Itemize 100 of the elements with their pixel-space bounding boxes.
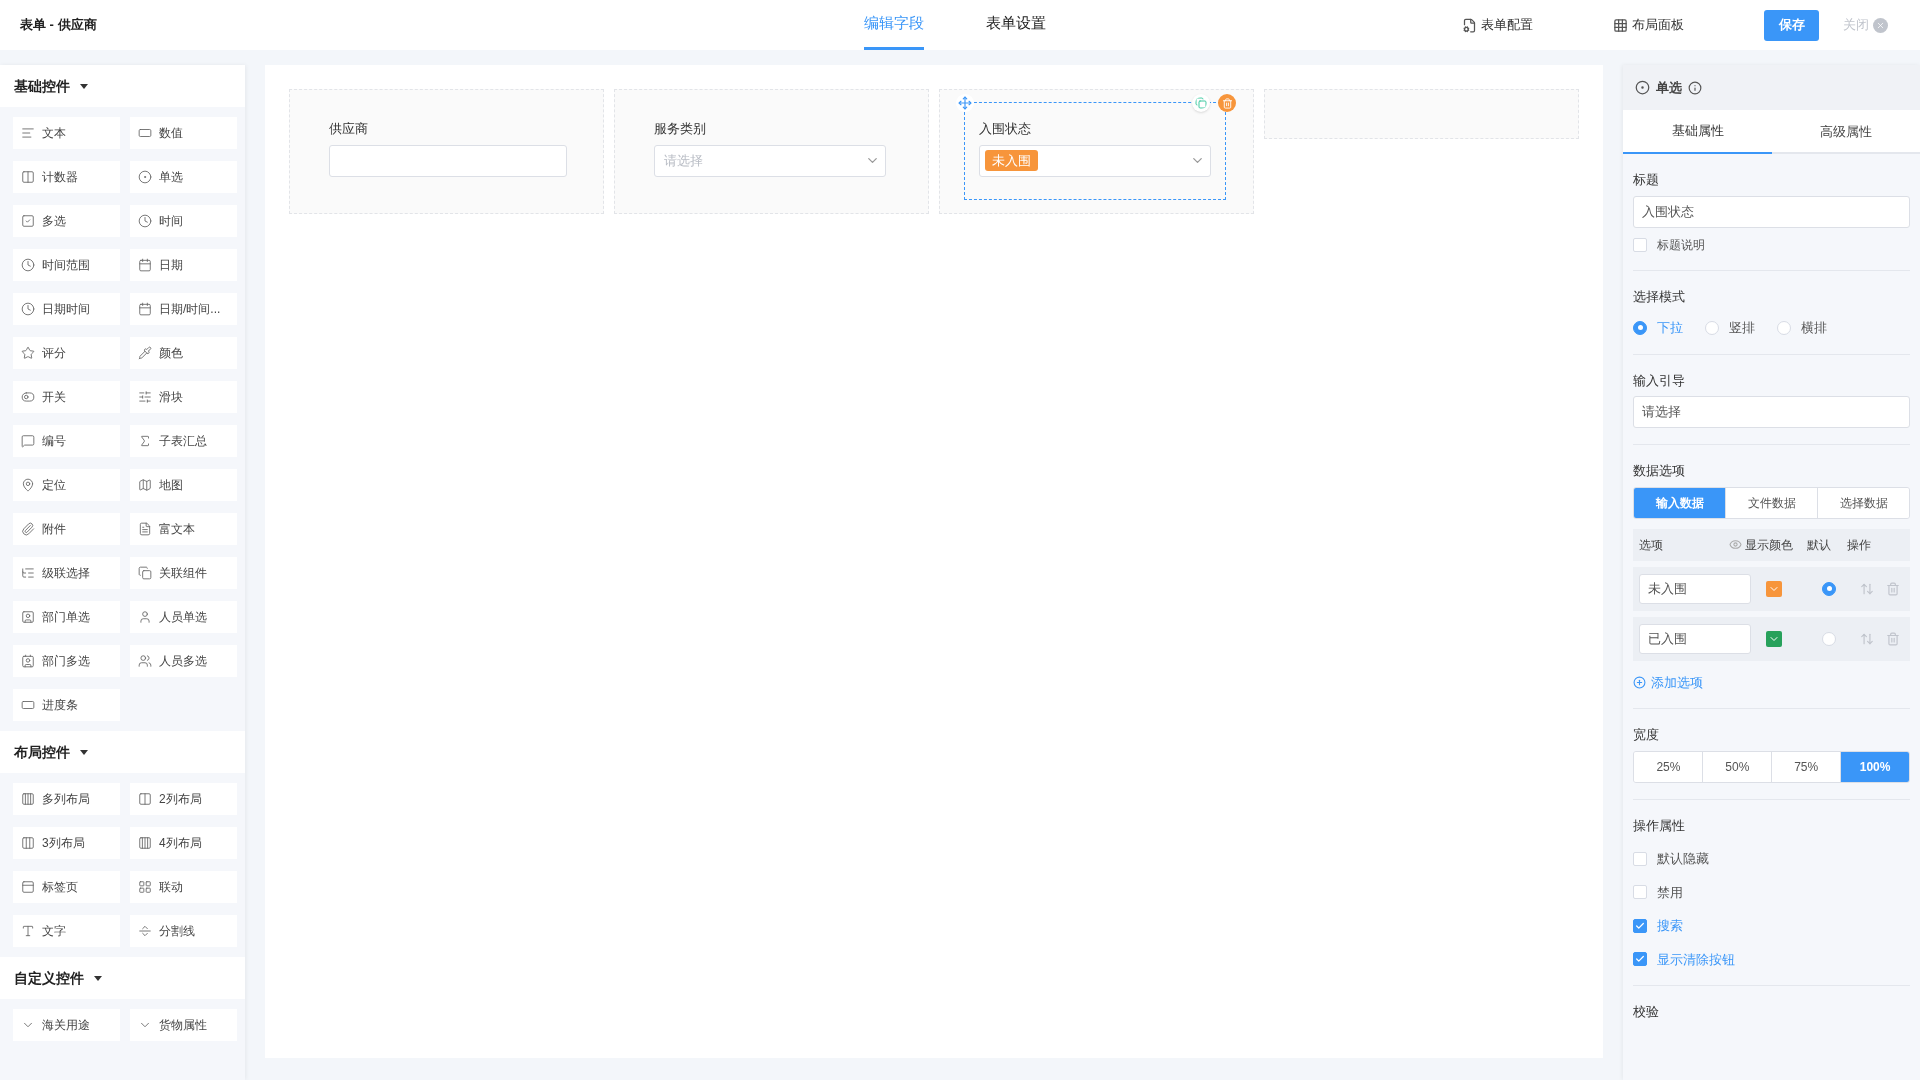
form-config-button[interactable]: 表单配置 bbox=[1462, 15, 1533, 35]
control-item[interactable]: 单选 bbox=[130, 161, 237, 193]
grid-icon bbox=[138, 880, 152, 894]
columns-icon bbox=[21, 792, 35, 806]
option-field[interactable]: 已入围 bbox=[1639, 623, 1752, 654]
control-item[interactable]: 标签页 bbox=[13, 871, 120, 903]
radio-icon bbox=[138, 170, 152, 184]
width-option[interactable]: 75% bbox=[1771, 751, 1841, 782]
control-item[interactable]: 评分 bbox=[13, 337, 120, 369]
delete-icon[interactable] bbox=[1218, 94, 1237, 112]
control-item[interactable]: 时间范围 bbox=[13, 249, 120, 281]
layout-panel-button[interactable]: 布局面板 bbox=[1613, 15, 1684, 35]
control-item[interactable]: 日期 bbox=[130, 249, 237, 281]
clock-icon bbox=[21, 258, 35, 272]
control-item[interactable]: 颜色 bbox=[130, 337, 237, 369]
checkbox-label: 标题说明 bbox=[1657, 236, 1706, 254]
field-cell[interactable]: 入围状态 未入围 bbox=[939, 89, 1255, 214]
tab-page-icon bbox=[21, 880, 35, 894]
control-item[interactable]: 联动 bbox=[130, 871, 237, 903]
section-title: 基础控件 bbox=[14, 76, 70, 96]
selection-frame[interactable]: 入围状态 未入围 bbox=[964, 102, 1227, 200]
control-item[interactable]: 部门单选 bbox=[13, 601, 120, 633]
control-item[interactable]: 附件 bbox=[13, 513, 120, 545]
control-item[interactable]: 日期/时间... bbox=[130, 293, 237, 325]
sort-icon[interactable] bbox=[1860, 631, 1875, 646]
progress-icon bbox=[21, 698, 35, 712]
plus-circle-icon bbox=[1633, 675, 1647, 689]
section-label: 校验 bbox=[1633, 1003, 1661, 1021]
control-item[interactable]: 人员单选 bbox=[130, 601, 237, 633]
control-item[interactable]: 分割线 bbox=[130, 915, 237, 947]
control-item[interactable]: 部门多选 bbox=[13, 645, 120, 677]
selection-frame[interactable]: 服务类别 请选择 bbox=[639, 102, 902, 200]
window-title: 表单 - 供应商 bbox=[20, 16, 97, 35]
radio-button[interactable] bbox=[1633, 320, 1648, 335]
property-tab[interactable]: 高级属性 bbox=[1771, 110, 1920, 154]
data-source-tab[interactable]: 选择数据 bbox=[1817, 487, 1909, 518]
checkbox[interactable] bbox=[1633, 952, 1648, 967]
slider-icon bbox=[138, 390, 152, 404]
control-item[interactable]: 4列布局 bbox=[130, 827, 237, 859]
section-header[interactable]: 自定义控件 bbox=[0, 957, 246, 999]
move-icon[interactable] bbox=[956, 94, 975, 112]
radio-label: 竖排 bbox=[1729, 319, 1756, 337]
divider-icon bbox=[138, 924, 152, 938]
text-icon bbox=[21, 126, 35, 140]
control-item[interactable]: 地图 bbox=[130, 469, 237, 501]
control-item[interactable]: 多选 bbox=[13, 205, 120, 237]
property-tab[interactable]: 基础属性 bbox=[1623, 110, 1772, 154]
control-item[interactable]: 文字 bbox=[13, 915, 120, 947]
field-cell[interactable] bbox=[1264, 89, 1580, 139]
control-item[interactable]: 多列布局 bbox=[13, 783, 120, 815]
copy-icon[interactable] bbox=[1192, 94, 1211, 112]
control-item[interactable]: 级联选择 bbox=[13, 557, 120, 589]
section-label: 选择模式 bbox=[1633, 287, 1687, 306]
control-item[interactable]: 富文本 bbox=[130, 513, 237, 545]
section-title: 自定义控件 bbox=[14, 968, 84, 988]
control-item[interactable]: 开关 bbox=[13, 381, 120, 413]
clock-icon bbox=[21, 302, 35, 316]
toggle-icon bbox=[21, 390, 35, 404]
title-field[interactable]: 入围状态 bbox=[1633, 195, 1910, 228]
checkbox[interactable] bbox=[1633, 918, 1648, 933]
control-item[interactable]: 3列布局 bbox=[13, 827, 120, 859]
color-swatch[interactable] bbox=[1766, 630, 1783, 647]
top-tab[interactable]: 表单设置 bbox=[986, 0, 1046, 50]
section-header[interactable]: 基础控件 bbox=[0, 65, 246, 107]
width-option[interactable]: 25% bbox=[1634, 751, 1703, 782]
sort-icon[interactable] bbox=[1860, 581, 1875, 596]
control-item[interactable]: 数值 bbox=[130, 117, 237, 149]
control-item[interactable]: 进度条 bbox=[13, 689, 120, 721]
trash-icon[interactable] bbox=[1886, 631, 1901, 646]
control-type: 单选 bbox=[1656, 78, 1683, 97]
selection-frame[interactable]: 供应商 bbox=[314, 102, 577, 200]
control-item[interactable]: 货物属性 bbox=[130, 1009, 237, 1041]
control-item[interactable]: 2列布局 bbox=[130, 783, 237, 815]
control-item[interactable]: 滑块 bbox=[130, 381, 237, 413]
user-icon bbox=[138, 610, 152, 624]
counter-icon bbox=[21, 170, 35, 184]
data-source-tab[interactable]: 文件数据 bbox=[1725, 487, 1818, 518]
control-item[interactable]: 编号 bbox=[13, 425, 120, 457]
option-field[interactable]: 未入围 bbox=[1639, 573, 1752, 604]
department-icon bbox=[21, 654, 35, 668]
control-item[interactable]: 文本 bbox=[13, 117, 120, 149]
control-item[interactable]: 时间 bbox=[130, 205, 237, 237]
control-item[interactable]: 日期时间 bbox=[13, 293, 120, 325]
link-component-icon bbox=[138, 566, 152, 580]
text-field[interactable] bbox=[329, 144, 568, 177]
control-item[interactable]: 海关用途 bbox=[13, 1009, 120, 1041]
control-item[interactable]: 定位 bbox=[13, 469, 120, 501]
control-item[interactable]: 子表汇总 bbox=[130, 425, 237, 457]
control-item[interactable]: 关联组件 bbox=[130, 557, 237, 589]
control-item[interactable]: 人员多选 bbox=[130, 645, 237, 677]
trash-icon[interactable] bbox=[1886, 581, 1901, 596]
radio-button[interactable] bbox=[1822, 581, 1837, 596]
info-icon[interactable] bbox=[1688, 80, 1703, 95]
control-item[interactable]: 计数器 bbox=[13, 161, 120, 193]
width-option[interactable]: 50% bbox=[1702, 751, 1772, 782]
section-header[interactable]: 布局控件 bbox=[0, 731, 246, 773]
guide-field[interactable]: 请选择 bbox=[1633, 396, 1910, 428]
field-cell[interactable]: 服务类别 请选择 bbox=[614, 89, 930, 214]
field-cell[interactable]: 供应商 bbox=[289, 89, 605, 214]
color-swatch[interactable] bbox=[1766, 580, 1783, 597]
